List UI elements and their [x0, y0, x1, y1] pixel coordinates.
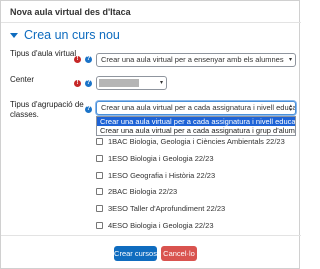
select-agrupacio[interactable]: Crear una aula virtual per a cada assign…: [96, 101, 296, 115]
checkbox[interactable]: [96, 155, 103, 162]
dialog-title: Nova aula virtual des d'Itaca: [10, 7, 131, 17]
class-label: 2BAC Biologia 22/23: [108, 187, 178, 196]
checkbox[interactable]: [96, 188, 103, 195]
label-center: Center: [10, 75, 35, 84]
chevron-down-icon: ▾: [159, 80, 163, 86]
class-label: 4ESO Biologia i Geologia 22/23: [108, 221, 214, 230]
select-tipus-aula[interactable]: Crear una aula virtual per a ensenyar am…: [96, 53, 296, 67]
label-agrupacio-line1: Tipus d'agrupació de: [10, 100, 84, 109]
class-item[interactable]: 1BAC Biologia, Geologia i Ciències Ambie…: [96, 137, 285, 146]
class-label: 1ESO Geografia i Història 22/23: [108, 171, 216, 180]
title-divider: [1, 22, 301, 23]
select-center[interactable]: ▾: [96, 76, 167, 90]
caret-down-icon: [10, 33, 18, 38]
help-icon[interactable]: ?: [85, 106, 92, 113]
chevron-down-icon: ▾: [288, 57, 292, 63]
redacted-value: [99, 79, 139, 87]
checkbox[interactable]: [96, 222, 103, 229]
class-label: 3ESO Taller d'Aprofundiment 22/23: [108, 204, 226, 213]
checkbox[interactable]: [96, 172, 103, 179]
checkbox[interactable]: [96, 205, 103, 212]
required-icon: !: [74, 80, 81, 87]
class-item[interactable]: 3ESO Taller d'Aprofundiment 22/23: [96, 204, 225, 213]
class-label: 1BAC Biologia, Geologia i Ciències Ambie…: [108, 137, 285, 146]
class-item[interactable]: 1ESO Geografia i Història 22/23: [96, 171, 215, 180]
dropdown-option[interactable]: Crear una aula virtual per a cada assign…: [97, 126, 295, 135]
select-tipus-aula-value: Crear una aula virtual per a ensenyar am…: [101, 55, 284, 64]
cancel-button[interactable]: Cancel·lo: [161, 246, 197, 261]
section-title: Crea un curs nou: [24, 28, 120, 42]
dialog: Nova aula virtual des d'Itaca Crea un cu…: [0, 0, 301, 269]
class-item[interactable]: 2BAC Biologia 22/23: [96, 187, 177, 196]
label-tipus-aula: Tipus d'aula virtual: [10, 49, 77, 58]
footer-divider: [1, 235, 301, 236]
agrupacio-dropdown-list: Crear una aula virtual per a cada assign…: [96, 116, 296, 136]
create-courses-button[interactable]: Crear cursos: [114, 246, 157, 261]
help-icon[interactable]: ?: [85, 56, 92, 63]
chevron-down-icon: ▾: [289, 107, 292, 113]
section-toggle-create-course[interactable]: Crea un curs nou: [10, 28, 120, 42]
class-label: 1ESO Biologia i Geologia 22/23: [108, 154, 214, 163]
label-agrupacio-line2: classes.: [10, 110, 39, 119]
select-agrupacio-value: Crear una aula virtual per a cada assign…: [101, 103, 296, 112]
label-agrupacio: Tipus d'agrupació de classes.: [10, 100, 84, 120]
checkbox[interactable]: [96, 138, 103, 145]
help-icon[interactable]: ?: [85, 80, 92, 87]
class-item[interactable]: 4ESO Biologia i Geologia 22/23: [96, 221, 214, 230]
class-item[interactable]: 1ESO Biologia i Geologia 22/23: [96, 154, 214, 163]
required-icon: !: [74, 56, 81, 63]
dropdown-option[interactable]: Crear una aula virtual per a cada assign…: [97, 117, 295, 126]
